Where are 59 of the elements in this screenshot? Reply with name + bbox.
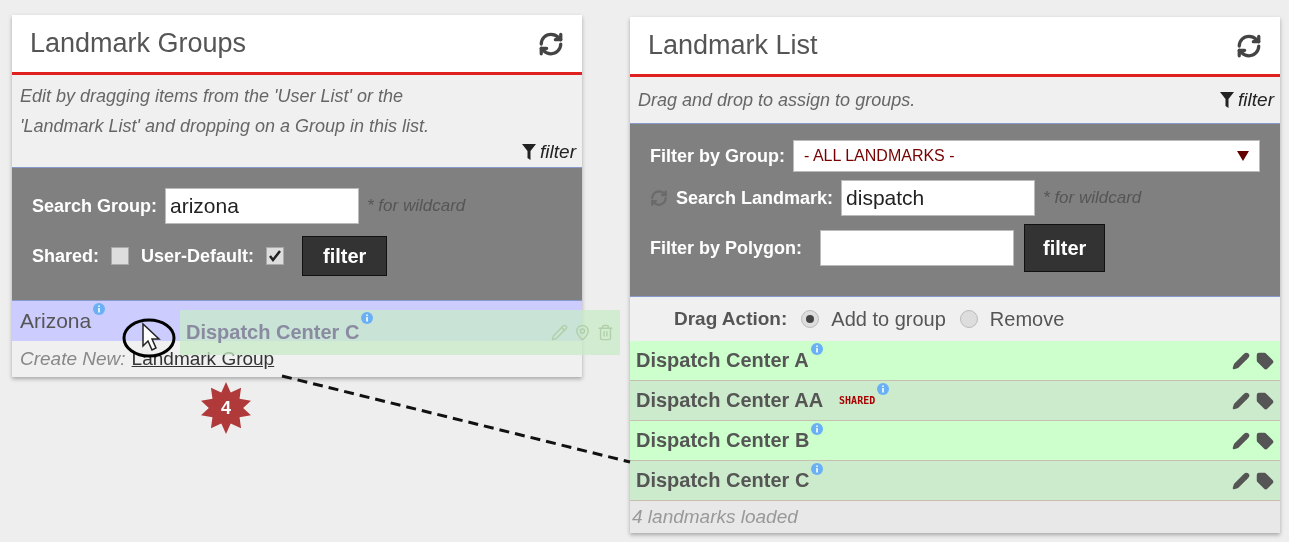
- group-filter-label: Filter by Group:: [650, 145, 785, 167]
- landmark-row[interactable]: Dispatch Center B: [630, 421, 1280, 461]
- shared-tag: SHARED: [839, 395, 876, 406]
- search-field[interactable]: arizona: [165, 188, 360, 224]
- edit-icon[interactable]: [1232, 391, 1250, 410]
- trash-icon: [597, 324, 614, 341]
- info-icon: [93, 303, 106, 315]
- dragged-item-name: Dispatch Center C: [186, 321, 360, 344]
- status-text: 4 landmarks loaded: [630, 501, 1280, 533]
- info-icon: [810, 343, 823, 355]
- info-icon: [811, 423, 824, 435]
- filter-button[interactable]: filter: [302, 236, 388, 276]
- landmark-name: Dispatch Center AA: [636, 389, 824, 412]
- tag-icon[interactable]: [1256, 351, 1274, 370]
- panel-description: Drag and drop to assign to groups.: [638, 89, 916, 111]
- landmark-name: Dispatch Center B: [636, 429, 810, 452]
- user-default-checkbox[interactable]: [266, 247, 285, 265]
- panel-title: Landmark Groups: [30, 28, 247, 59]
- group-select[interactable]: - ALL LANDMARKS -: [793, 140, 1260, 172]
- user-default-label: User-Default:: [141, 245, 255, 267]
- radio-option[interactable]: Add to group: [801, 307, 946, 331]
- landmark-row[interactable]: Dispatch Center C: [630, 461, 1280, 501]
- tag-icon[interactable]: [1256, 431, 1274, 450]
- search-label: Search Landmark:: [676, 187, 834, 209]
- create-new-label: Create New:: [20, 348, 126, 370]
- filter-link[interactable]: filter: [522, 141, 576, 163]
- dropdown-caret-icon: [1237, 151, 1249, 161]
- landmark-row[interactable]: Dispatch Center A: [630, 341, 1280, 381]
- pin-icon: [574, 324, 591, 341]
- panel-description: Edit by dragging items from the 'User List' or the 'Landmark List' and dropping on a Group in this list.: [19, 85, 431, 138]
- shared-label: Shared:: [32, 245, 100, 267]
- refresh-icon[interactable]: [538, 30, 564, 57]
- count-label: 4: [221, 397, 231, 419]
- filter-icon: [522, 144, 537, 160]
- drag-action-label: Drag Action:: [674, 308, 788, 330]
- landmark-row[interactable]: Dispatch Center AA SHARED: [630, 381, 1280, 421]
- filter-icon: [1220, 92, 1235, 108]
- info-icon: [877, 383, 890, 395]
- landmark-name: Dispatch Center C: [636, 469, 810, 492]
- edit-icon[interactable]: [1232, 351, 1250, 370]
- filter-link[interactable]: filter: [1220, 89, 1274, 111]
- info-icon: [811, 463, 824, 475]
- edit-icon[interactable]: [1232, 471, 1250, 490]
- polygon-field[interactable]: [820, 230, 1014, 266]
- refresh-icon[interactable]: [1236, 32, 1262, 59]
- filter-button[interactable]: filter: [1024, 224, 1106, 272]
- polygon-filter-label: Filter by Polygon:: [650, 237, 802, 259]
- search-label: Search Group:: [32, 195, 158, 217]
- panel-title: Landmark List: [648, 30, 818, 61]
- edit-icon[interactable]: [1232, 431, 1250, 450]
- tag-icon[interactable]: [1256, 391, 1274, 410]
- radio-option[interactable]: Remove: [959, 307, 1065, 331]
- group-name: Arizona: [20, 309, 92, 333]
- tag-icon[interactable]: [1256, 471, 1274, 490]
- search-field[interactable]: dispatch: [841, 180, 1036, 216]
- edit-icon: [551, 324, 568, 341]
- landmark-name: Dispatch Center A: [636, 349, 809, 372]
- shared-checkbox[interactable]: [111, 247, 130, 265]
- info-icon: [361, 312, 374, 324]
